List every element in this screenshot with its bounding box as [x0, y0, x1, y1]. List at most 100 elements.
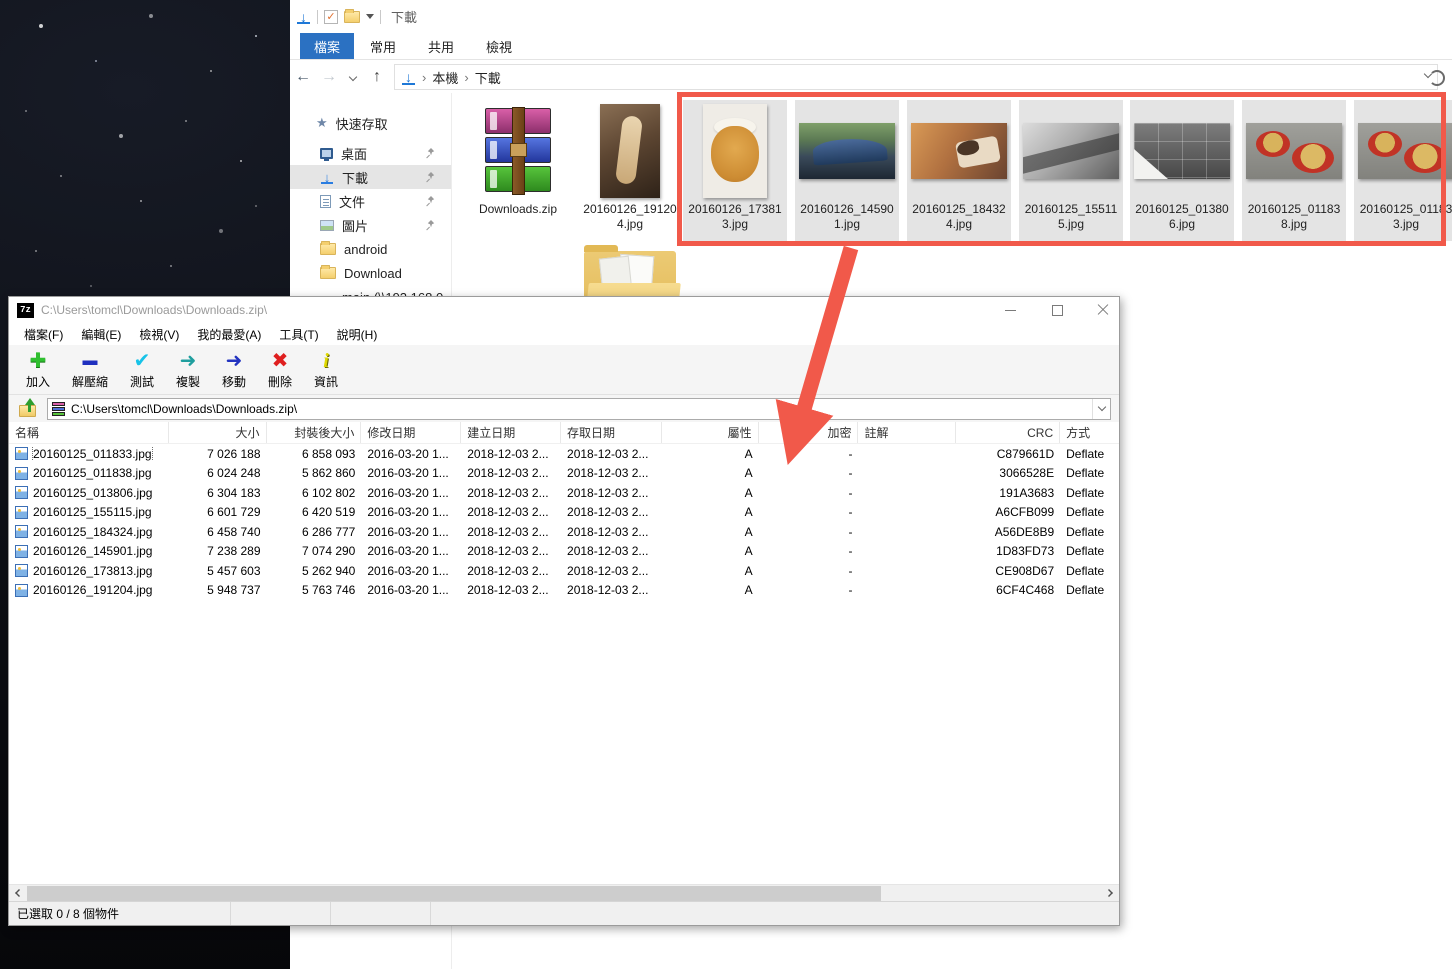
close-button[interactable]	[1097, 304, 1109, 316]
add-button[interactable]: ✚加入	[15, 349, 61, 390]
table-row[interactable]: 20160126_191204.jpg 5 948 737 5 763 746 …	[9, 581, 1119, 601]
sevenzip-titlebar[interactable]: 7z C:\Users\tomcl\Downloads\Downloads.zi…	[9, 297, 1119, 323]
image-file-icon	[15, 447, 28, 460]
sidebar-item-documents[interactable]: 文件	[290, 189, 451, 213]
horizontal-scrollbar[interactable]	[9, 884, 1119, 901]
chevron-down-icon	[1097, 403, 1105, 411]
table-row[interactable]: 20160125_155115.jpg 6 601 729 6 420 519 …	[9, 503, 1119, 523]
menu-tools[interactable]: 工具(T)	[270, 326, 327, 343]
winrar-archive-icon	[480, 107, 556, 195]
archive-path: C:\Users\tomcl\Downloads\Downloads.zip\	[71, 402, 297, 416]
sidebar-item-download[interactable]: Download	[290, 261, 451, 285]
customize-qat-icon[interactable]	[366, 14, 374, 19]
pin-icon	[425, 147, 437, 159]
pin-icon	[425, 219, 437, 231]
quick-access-star-icon: ★	[316, 115, 328, 131]
recent-locations-icon[interactable]	[349, 73, 357, 81]
sidebar-item-downloads[interactable]: ↓ 下載	[290, 165, 451, 189]
forward-button[interactable]: →	[316, 68, 342, 86]
scroll-right-icon[interactable]	[1105, 889, 1113, 897]
sidebar-item-android[interactable]: android	[290, 237, 451, 261]
column-name[interactable]: 名稱	[9, 422, 169, 443]
folder-icon	[320, 243, 336, 255]
tab-file[interactable]: 檔案	[300, 33, 354, 59]
breadcrumb-downloads[interactable]: 下載	[475, 68, 501, 87]
up-button[interactable]: ↑	[364, 68, 390, 86]
file-tile-photo[interactable]: 20160126_191204.jpg	[578, 100, 682, 241]
column-packed[interactable]: 封裝後大小	[267, 422, 362, 443]
downloads-folder-icon: ↓	[401, 70, 416, 85]
menu-favorites[interactable]: 我的最愛(A)	[188, 326, 270, 343]
column-accessed[interactable]: 存取日期	[561, 422, 662, 443]
menu-help[interactable]: 說明(H)	[328, 326, 387, 343]
info-button[interactable]: i資訊	[303, 349, 349, 390]
highlight-rectangle	[677, 92, 1446, 246]
add-icon: ✚	[30, 349, 47, 373]
column-crc[interactable]: CRC	[956, 422, 1060, 443]
archive-path-combobox[interactable]: C:\Users\tomcl\Downloads\Downloads.zip\	[47, 398, 1111, 420]
pin-icon	[425, 195, 437, 207]
file-tile-downloads-zip[interactable]: Downloads.zip	[466, 100, 570, 241]
list-header: 名稱 大小 封裝後大小 修改日期 建立日期 存取日期 屬性 加密 註解 CRC …	[9, 422, 1119, 444]
path-dropdown[interactable]	[1092, 399, 1110, 419]
table-row[interactable]: 20160125_013806.jpg 6 304 183 6 102 802 …	[9, 483, 1119, 503]
table-row[interactable]: 20160125_011838.jpg 6 024 248 5 862 860 …	[9, 464, 1119, 484]
sidebar-item-desktop[interactable]: 桌面	[290, 141, 451, 165]
table-row[interactable]: 20160126_145901.jpg 7 238 289 7 074 290 …	[9, 542, 1119, 562]
table-row[interactable]: 20160126_173813.jpg 5 457 603 5 262 940 …	[9, 561, 1119, 581]
scroll-left-icon[interactable]	[15, 889, 23, 897]
sidebar-item-pictures[interactable]: 圖片	[290, 213, 451, 237]
explorer-window-title: 下載	[391, 7, 417, 26]
move-icon: ➜	[226, 349, 243, 373]
status-bar: 已選取 0 / 8 個物件	[9, 901, 1119, 925]
scrollbar-thumb[interactable]	[27, 886, 881, 901]
sevenzip-window-title: C:\Users\tomcl\Downloads\Downloads.zip\	[41, 303, 267, 317]
extract-button[interactable]: ▬解壓縮	[61, 349, 119, 390]
table-row[interactable]: 20160125_184324.jpg 6 458 740 6 286 777 …	[9, 522, 1119, 542]
menu-view[interactable]: 檢視(V)	[130, 326, 188, 343]
maximize-button[interactable]	[1051, 304, 1063, 316]
sidebar-quick-access[interactable]: ★ 快速存取	[290, 111, 451, 135]
move-button[interactable]: ➜移動	[211, 349, 257, 390]
table-row[interactable]: 20160125_011833.jpg 7 026 188 6 858 093 …	[9, 444, 1119, 464]
image-file-icon	[15, 564, 28, 577]
copy-button[interactable]: ➜複製	[165, 349, 211, 390]
sevenzip-app-icon: 7z	[17, 303, 34, 318]
delete-button[interactable]: ✖刪除	[257, 349, 303, 390]
pictures-icon	[320, 220, 334, 231]
image-file-icon	[15, 486, 28, 499]
refresh-icon[interactable]	[1429, 70, 1445, 86]
delete-icon: ✖	[272, 349, 289, 373]
sevenzip-window: 7z C:\Users\tomcl\Downloads\Downloads.zi…	[8, 296, 1120, 926]
column-size[interactable]: 大小	[169, 422, 267, 443]
sevenzip-menubar: 檔案(F) 編輯(E) 檢視(V) 我的最愛(A) 工具(T) 說明(H)	[9, 323, 1119, 345]
test-button[interactable]: ✔測試	[119, 349, 165, 390]
desktop-stars	[0, 0, 2, 2]
folder-icon	[320, 267, 336, 279]
downloads-icon: ↓	[320, 170, 334, 184]
column-modified[interactable]: 修改日期	[361, 422, 461, 443]
image-file-icon	[15, 467, 28, 480]
archive-icon	[52, 402, 65, 416]
back-button[interactable]: ←	[290, 68, 316, 86]
column-method[interactable]: 方式	[1060, 422, 1119, 443]
navigation-bar: ← → ↑ ↓ › 本機 › 下載	[290, 61, 1452, 93]
tab-view[interactable]: 檢視	[470, 33, 528, 59]
minimize-button[interactable]	[1005, 304, 1017, 316]
menu-edit[interactable]: 編輯(E)	[72, 326, 130, 343]
downloads-window-icon: ↓	[296, 9, 311, 24]
address-bar[interactable]: ↓ › 本機 › 下載	[394, 64, 1438, 90]
new-folder-icon[interactable]	[344, 11, 360, 23]
selection-status: 已選取 0 / 8 個物件	[9, 902, 231, 925]
ribbon-tabs: 檔案 常用 共用 檢視	[290, 33, 1452, 60]
column-created[interactable]: 建立日期	[461, 422, 561, 443]
menu-file[interactable]: 檔案(F)	[15, 326, 72, 343]
parent-folder-button[interactable]	[17, 400, 39, 417]
image-file-icon	[15, 584, 28, 597]
tab-share[interactable]: 共用	[412, 33, 470, 59]
pin-icon	[425, 171, 437, 183]
breadcrumb-this-pc[interactable]: 本機	[432, 68, 458, 87]
sevenzip-toolbar: ✚加入 ▬解壓縮 ✔測試 ➜複製 ➜移動 ✖刪除 i資訊	[9, 345, 1119, 395]
properties-icon[interactable]: ✓	[324, 10, 338, 24]
tab-home[interactable]: 常用	[354, 33, 412, 59]
